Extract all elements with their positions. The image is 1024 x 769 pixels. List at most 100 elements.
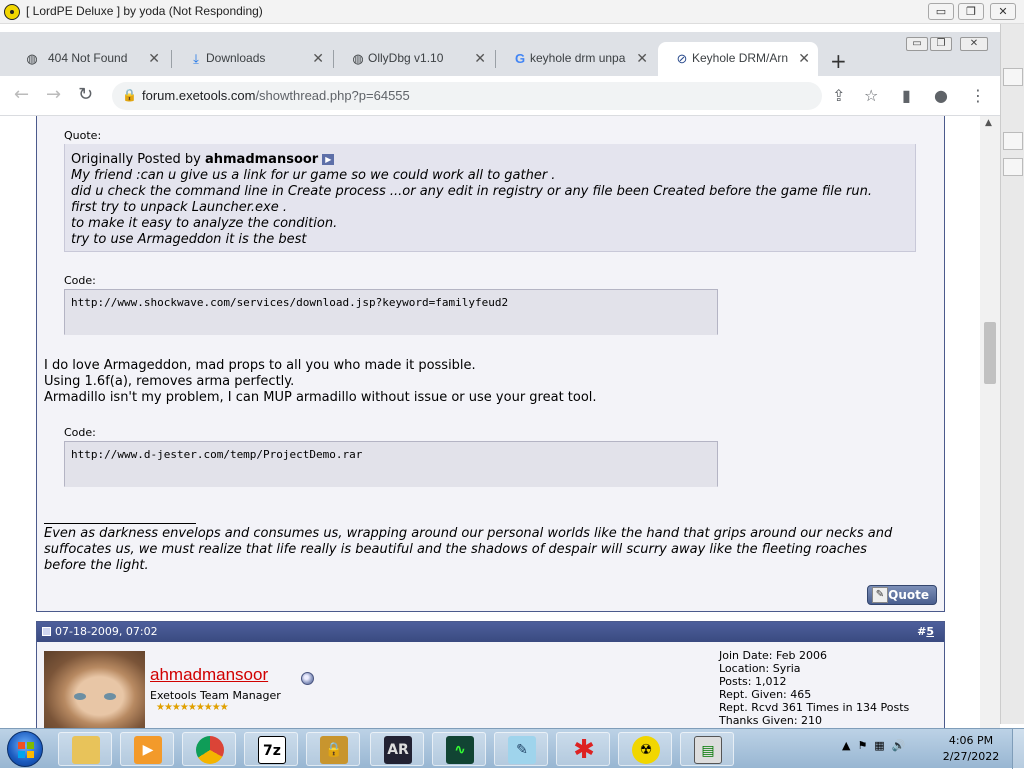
taskbar-lock-app[interactable]: 🔒 bbox=[306, 732, 360, 766]
quote-button-label: Quote bbox=[888, 588, 929, 602]
download-icon: ⤓ bbox=[193, 51, 199, 66]
url-text[interactable]: forum.exetools.com/showthread.php?p=6455… bbox=[142, 88, 410, 103]
taskbar-ar-app[interactable]: AR bbox=[370, 732, 424, 766]
restore-button[interactable]: ❐ bbox=[958, 3, 984, 20]
side-panel-icon[interactable]: ▮ bbox=[902, 86, 911, 105]
7zip-icon: 7z bbox=[258, 736, 286, 764]
code-box: http://www.d-jester.com/temp/ProjectDemo… bbox=[64, 441, 718, 487]
taskbar-7zip[interactable]: 7z bbox=[244, 732, 298, 766]
taskbar-explorer[interactable] bbox=[58, 732, 112, 766]
quote-pencil-icon: ✎ bbox=[872, 587, 888, 603]
activity-monitor-icon: ∿ bbox=[446, 736, 474, 764]
clock-date: 2/27/2022 bbox=[942, 750, 1000, 763]
online-status-icon bbox=[301, 672, 314, 685]
taskbar-lordpe[interactable]: ☢ bbox=[618, 732, 672, 766]
tab-label: Keyhole DRM/Arn bbox=[692, 51, 788, 65]
clock-time: 4:06 PM bbox=[948, 734, 994, 747]
code-box: http://www.shockwave.com/services/downlo… bbox=[64, 289, 718, 335]
padlock-icon: 🔒 bbox=[320, 736, 348, 764]
scroll-up-icon[interactable]: ▲ bbox=[985, 118, 992, 128]
signature-line: suffocates us, we must realize that life… bbox=[44, 542, 867, 557]
close-icon[interactable]: ✕ bbox=[474, 50, 486, 67]
quote-line: My friend :can u give us a link for ur g… bbox=[71, 168, 556, 183]
originally-posted-by: Originally Posted by bbox=[71, 152, 201, 167]
page-content: Quote: Originally Posted by ahmadmansoor… bbox=[0, 116, 1000, 728]
clock[interactable]: 4:06 PM 2/27/2022 bbox=[938, 733, 1004, 765]
lordpe-app-icon bbox=[4, 4, 20, 20]
close-icon[interactable]: ✕ bbox=[148, 50, 160, 67]
post-body-line: I do love Armageddon, mad props to all y… bbox=[44, 358, 476, 373]
stat-join-date: Join Date: Feb 2006 bbox=[719, 649, 827, 662]
taskbar-chrome[interactable] bbox=[182, 732, 236, 766]
tab-404[interactable]: ◍ 404 Not Found ✕ bbox=[8, 42, 168, 76]
browser-minimize-button[interactable]: ▭ bbox=[906, 37, 928, 51]
terminal-icon: ▤ bbox=[694, 736, 722, 764]
share-icon[interactable]: ⇪ bbox=[832, 86, 845, 105]
scroll-thumb[interactable] bbox=[984, 322, 996, 384]
code-label: Code: bbox=[64, 426, 96, 439]
lock-icon[interactable]: 🔒 bbox=[122, 88, 137, 102]
folder-icon bbox=[72, 736, 100, 764]
taskbar-notepad[interactable]: ✎ bbox=[494, 732, 548, 766]
reload-icon[interactable]: ↻ bbox=[78, 84, 93, 105]
quote-line: did u check the command line in Create p… bbox=[71, 184, 872, 199]
tab-label: 404 Not Found bbox=[48, 51, 128, 65]
avatar-eye bbox=[104, 693, 116, 700]
signature-divider bbox=[44, 523, 196, 524]
taskbar-monitor-app[interactable]: ∿ bbox=[432, 732, 486, 766]
chrome-icon bbox=[196, 736, 224, 764]
tab-downloads[interactable]: ⤓ Downloads ✕ bbox=[172, 42, 332, 76]
stat-location: Location: Syria bbox=[719, 662, 801, 675]
page-scrollbar[interactable]: ▲ bbox=[980, 116, 1000, 728]
taskbar-media-player[interactable]: ▶ bbox=[120, 732, 174, 766]
minimize-button[interactable]: ▭ bbox=[928, 3, 954, 20]
ar-icon: AR bbox=[384, 736, 412, 764]
taskbar: ▶ 7z 🔒 AR ∿ ✎ ✱ ☢ ▤ ▲ ⚑ ▦ 🔊 4:06 PM 2/27… bbox=[0, 728, 1024, 769]
post-doc-icon bbox=[42, 627, 51, 636]
close-icon[interactable]: ✕ bbox=[636, 50, 648, 67]
bg-control bbox=[1003, 68, 1023, 86]
quote-button[interactable]: ✎ Quote bbox=[867, 585, 937, 605]
stat-posts: Posts: 1,012 bbox=[719, 675, 787, 688]
close-icon[interactable]: ✕ bbox=[798, 50, 810, 67]
show-desktop-button[interactable] bbox=[1012, 729, 1024, 769]
user-title: Exetools Team Manager bbox=[150, 689, 281, 702]
bookmark-star-icon[interactable]: ☆ bbox=[864, 86, 878, 105]
quote-header: Originally Posted by ahmadmansoor ▶ bbox=[71, 152, 335, 167]
taskbar-asterisk-app[interactable]: ✱ bbox=[556, 732, 610, 766]
code-label: Code: bbox=[64, 274, 96, 287]
username-link[interactable]: ahmadmansoor bbox=[150, 665, 268, 685]
lordpe-titlebar: [ LordPE Deluxe ] by yoda (Not Respondin… bbox=[0, 0, 1024, 24]
close-icon[interactable]: ✕ bbox=[312, 50, 324, 67]
forum-icon: ⊘ bbox=[676, 51, 688, 66]
browser-close-button[interactable]: ✕ bbox=[960, 37, 988, 51]
browser-tab-strip: ◍ 404 Not Found ✕ ⤓ Downloads ✕ ◍ OllyDb… bbox=[0, 32, 1000, 76]
menu-kebab-icon[interactable]: ⋮ bbox=[970, 86, 986, 105]
forward-arrow-icon[interactable]: → bbox=[46, 84, 61, 105]
post-number[interactable]: #5 bbox=[917, 625, 934, 638]
quote-label: Quote: bbox=[64, 129, 102, 142]
address-bar[interactable]: 🔒 forum.exetools.com/showthread.php?p=64… bbox=[112, 82, 822, 110]
view-post-icon[interactable]: ▶ bbox=[322, 154, 335, 165]
tab-ollydbg[interactable]: ◍ OllyDbg v1.10 ✕ bbox=[334, 42, 494, 76]
new-tab-button[interactable]: + bbox=[830, 49, 847, 73]
quote-line: to make it easy to analyze the condition… bbox=[71, 216, 338, 231]
post-number-hash: # bbox=[917, 625, 927, 638]
tab-google-search[interactable]: G keyhole drm unpa ✕ bbox=[496, 42, 656, 76]
system-tray[interactable]: ▲ ⚑ ▦ 🔊 bbox=[842, 739, 905, 752]
profile-icon[interactable]: ● bbox=[934, 86, 948, 105]
window-title: [ LordPE Deluxe ] by yoda (Not Respondin… bbox=[26, 4, 263, 18]
back-arrow-icon[interactable]: ← bbox=[14, 84, 29, 105]
close-button[interactable]: ✕ bbox=[990, 3, 1016, 20]
taskbar-terminal[interactable]: ▤ bbox=[680, 732, 734, 766]
signature-line: before the light. bbox=[44, 558, 149, 573]
code-text: http://www.d-jester.com/temp/ProjectDemo… bbox=[71, 448, 363, 461]
post-body-line: Armadillo isn't my problem, I can MUP ar… bbox=[44, 390, 597, 405]
stat-rep-given: Rept. Given: 465 bbox=[719, 688, 812, 701]
url-domain: forum.exetools.com bbox=[142, 88, 256, 103]
avatar[interactable] bbox=[44, 651, 145, 728]
post-number-value[interactable]: 5 bbox=[926, 625, 934, 638]
browser-restore-button[interactable]: ❐ bbox=[930, 37, 952, 51]
start-button[interactable] bbox=[7, 731, 43, 767]
tab-keyhole-drm[interactable]: ⊘ Keyhole DRM/Arn ✕ bbox=[658, 42, 818, 76]
